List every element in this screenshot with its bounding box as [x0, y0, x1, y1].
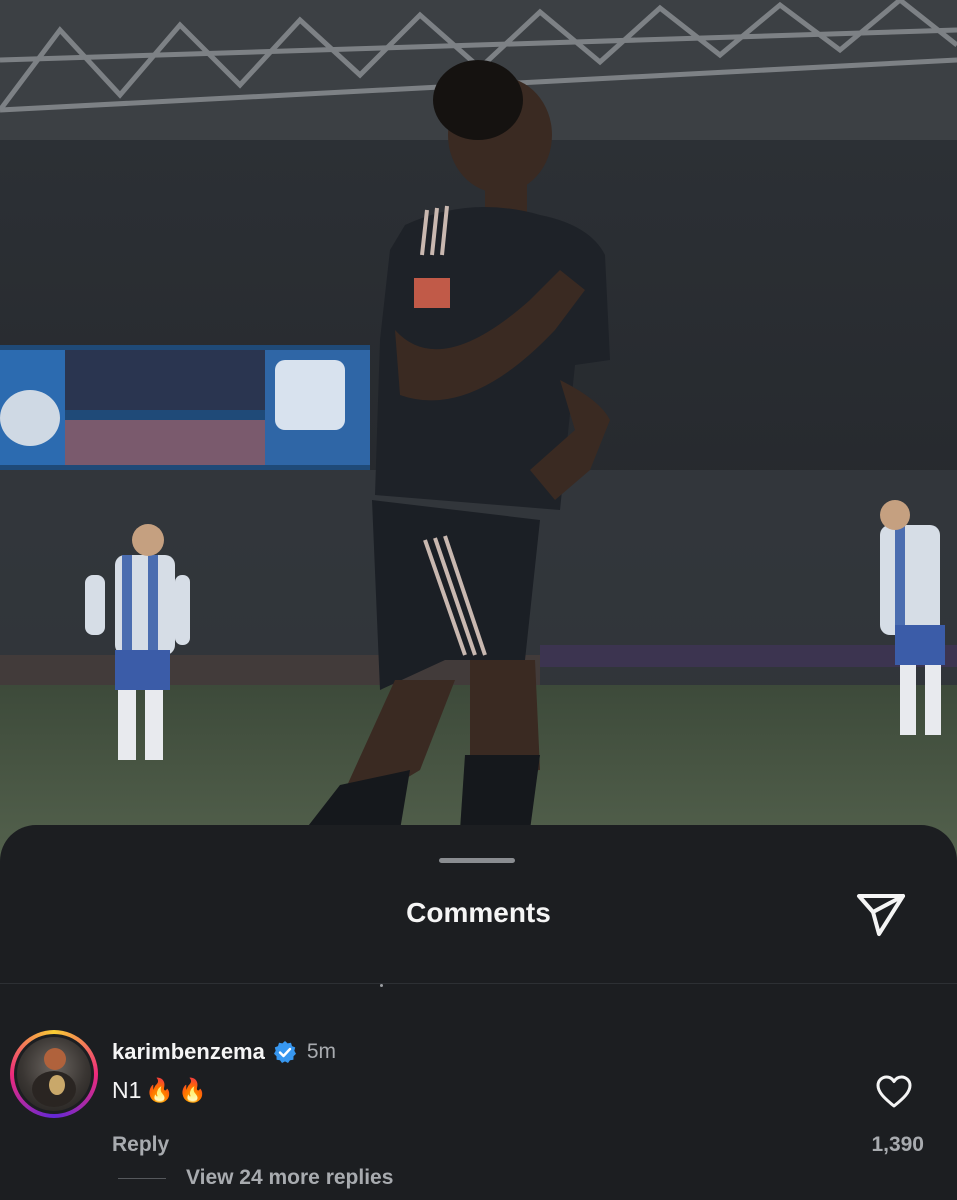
- sheet-divider: [0, 983, 957, 984]
- view-more-replies-button[interactable]: View 24 more replies: [186, 1166, 393, 1190]
- comment-text: N1: [112, 1077, 142, 1103]
- reply-button[interactable]: Reply: [112, 1133, 169, 1157]
- comments-sheet: Comments karimbenzema 5m N1 🔥 🔥 Reply 1,…: [0, 825, 957, 1200]
- post-photo: [0, 0, 957, 880]
- fire-emoji-2: 🔥: [178, 1077, 207, 1103]
- avatar-image: [32, 1048, 76, 1107]
- heart-icon: [876, 1075, 912, 1108]
- sheet-title: Comments: [406, 897, 551, 928]
- scroll-indicator: [380, 984, 383, 987]
- send-button[interactable]: [852, 887, 910, 941]
- like-count: 1,390: [871, 1133, 924, 1156]
- comment-timestamp: 5m: [306, 1040, 337, 1063]
- sheet-drag-handle[interactable]: [439, 858, 515, 863]
- verified-badge-icon: [273, 1041, 296, 1063]
- comment-username[interactable]: karimbenzema: [112, 1039, 265, 1065]
- comment-header: karimbenzema 5m: [112, 1039, 336, 1065]
- post-photo-scene: [0, 0, 957, 880]
- replies-divider: [118, 1178, 166, 1179]
- comment-body: N1 🔥 🔥: [112, 1077, 207, 1104]
- send-icon: [857, 894, 905, 936]
- fire-emoji-1: 🔥: [145, 1077, 175, 1103]
- avatar[interactable]: [17, 1037, 91, 1111]
- like-button[interactable]: [874, 1072, 914, 1112]
- story-ring[interactable]: [10, 1030, 98, 1118]
